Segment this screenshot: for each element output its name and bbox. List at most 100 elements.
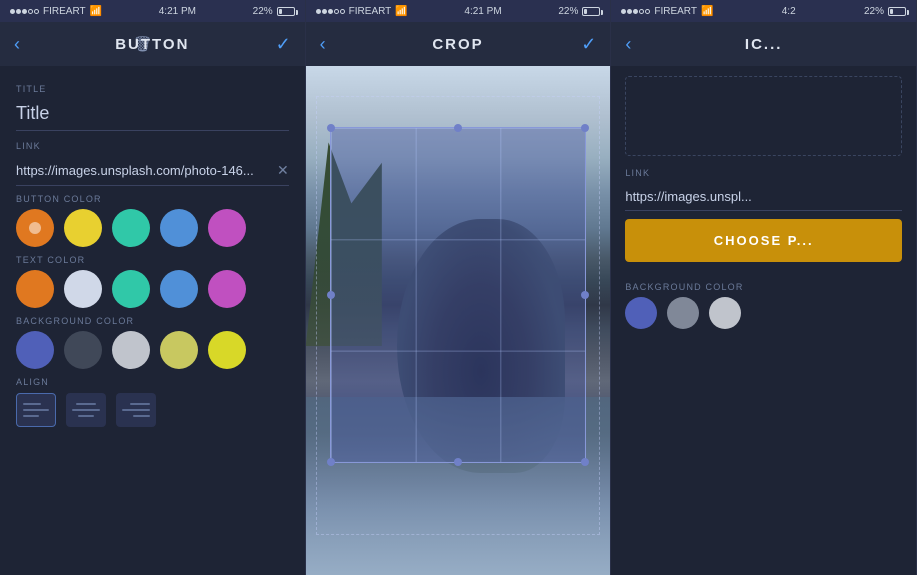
dot bbox=[328, 9, 333, 14]
color-swatch[interactable] bbox=[64, 331, 102, 369]
back-button-2[interactable]: ‹ bbox=[320, 34, 326, 55]
dot bbox=[627, 9, 632, 14]
choose-button[interactable]: CHOOSE P... bbox=[625, 219, 902, 262]
dot bbox=[16, 9, 21, 14]
color-swatch[interactable] bbox=[16, 331, 54, 369]
align-line bbox=[23, 403, 41, 405]
check-button-2[interactable]: ✓ bbox=[581, 34, 596, 55]
bg-color-label: BACKGROUND COLOR bbox=[16, 316, 289, 326]
link-text: https://images.unsplash.com/photo-146... bbox=[16, 163, 271, 178]
battery-icon-2 bbox=[582, 7, 600, 16]
align-left-button[interactable] bbox=[16, 393, 56, 427]
button-color-row bbox=[16, 209, 289, 247]
battery-pct-3: 22% bbox=[864, 6, 884, 17]
battery-icon-1 bbox=[277, 7, 295, 16]
dot bbox=[322, 9, 327, 14]
crop-outer-guide bbox=[316, 96, 601, 535]
time-3: 4:2 bbox=[782, 6, 796, 17]
wifi-icon-3: 📶 bbox=[701, 6, 713, 17]
color-swatch[interactable] bbox=[160, 270, 198, 308]
status-right-2: 22% bbox=[558, 6, 600, 17]
back-button-3[interactable]: ‹ bbox=[625, 34, 631, 55]
dot bbox=[639, 9, 644, 14]
link-clear-button[interactable]: ✕ bbox=[277, 162, 289, 179]
button-panel: FIREART 📶 4:21 PM 22% ‹ BUTTON 🗑 ✓ TITLE… bbox=[0, 0, 306, 575]
battery-pct-2: 22% bbox=[558, 6, 578, 17]
title-input[interactable] bbox=[16, 99, 289, 131]
nav-title-3: IC... bbox=[745, 36, 783, 53]
color-swatch[interactable] bbox=[64, 209, 102, 247]
align-line bbox=[78, 415, 95, 417]
carrier-1: FIREART bbox=[43, 6, 86, 17]
nav-bar-3: ‹ IC... bbox=[611, 22, 916, 66]
time-2: 4:21 PM bbox=[464, 6, 501, 17]
status-left-1: FIREART 📶 bbox=[10, 6, 102, 17]
carrier-2: FIREART bbox=[349, 6, 392, 17]
color-swatch[interactable] bbox=[160, 331, 198, 369]
align-line bbox=[130, 403, 150, 405]
color-swatch-3c[interactable] bbox=[709, 297, 741, 329]
align-right-button[interactable] bbox=[116, 393, 156, 427]
color-swatch-3b[interactable] bbox=[667, 297, 699, 329]
color-swatch[interactable] bbox=[208, 209, 246, 247]
align-line bbox=[122, 409, 150, 411]
bg-color-row bbox=[16, 331, 289, 369]
back-button-1[interactable]: ‹ bbox=[14, 34, 20, 55]
battery-icon-3 bbox=[888, 7, 906, 16]
carrier-3: FIREART bbox=[654, 6, 697, 17]
link-row: https://images.unsplash.com/photo-146...… bbox=[16, 156, 289, 186]
color-swatch[interactable] bbox=[16, 209, 54, 247]
battery-fill-1 bbox=[279, 9, 282, 14]
check-button-1[interactable]: ✓ bbox=[276, 34, 291, 55]
image-panel: FIREART 📶 4:2 22% ‹ IC... LINK https://i… bbox=[611, 0, 917, 575]
color-swatch[interactable] bbox=[64, 270, 102, 308]
dot bbox=[621, 9, 626, 14]
color-swatch[interactable] bbox=[16, 270, 54, 308]
status-right-1: 22% bbox=[253, 6, 295, 17]
status-bar-1: FIREART 📶 4:21 PM 22% bbox=[0, 0, 305, 22]
panel3-content: LINK https://images.unspl... CHOOSE P...… bbox=[611, 66, 916, 575]
dot bbox=[34, 9, 39, 14]
crop-image-area[interactable] bbox=[306, 66, 611, 575]
crop-panel: FIREART 📶 4:21 PM 22% ‹ CROP ✓ bbox=[306, 0, 612, 575]
link-row-3: https://images.unspl... bbox=[625, 183, 902, 211]
status-left-3: FIREART 📶 bbox=[621, 6, 713, 17]
title-label: TITLE bbox=[16, 84, 289, 94]
align-line bbox=[23, 409, 49, 411]
battery-pct-1: 22% bbox=[253, 6, 273, 17]
link-section-label: LINK bbox=[625, 168, 902, 178]
signal-1 bbox=[10, 9, 39, 14]
link-text-3: https://images.unspl... bbox=[625, 189, 902, 204]
nav-bar-1: ‹ BUTTON 🗑 ✓ bbox=[0, 22, 305, 66]
nav-bar-2: ‹ CROP ✓ bbox=[306, 22, 611, 66]
align-center-button[interactable] bbox=[66, 393, 106, 427]
status-bar-3: FIREART 📶 4:2 22% bbox=[611, 0, 916, 22]
align-line bbox=[23, 415, 39, 417]
dot bbox=[28, 9, 33, 14]
color-swatch-3a[interactable] bbox=[625, 297, 657, 329]
color-swatch[interactable] bbox=[112, 270, 150, 308]
wifi-icon-2: 📶 bbox=[395, 6, 407, 17]
align-label: ALIGN bbox=[16, 377, 289, 387]
bg-color-label-3: BACKGROUND COLOR bbox=[625, 282, 902, 292]
status-bar-2: FIREART 📶 4:21 PM 22% bbox=[306, 0, 611, 22]
nav-title-1: BUTTON bbox=[115, 36, 189, 53]
text-color-row bbox=[16, 270, 289, 308]
button-color-label: BUTTON COLOR bbox=[16, 194, 289, 204]
color-swatch[interactable] bbox=[208, 270, 246, 308]
color-swatch[interactable] bbox=[112, 331, 150, 369]
time-1: 4:21 PM bbox=[159, 6, 196, 17]
dot bbox=[340, 9, 345, 14]
dot bbox=[633, 9, 638, 14]
status-right-3: 22% bbox=[864, 6, 906, 17]
color-swatch[interactable] bbox=[160, 209, 198, 247]
color-swatch[interactable] bbox=[112, 209, 150, 247]
align-line bbox=[72, 409, 100, 411]
align-line bbox=[76, 403, 96, 405]
dot bbox=[10, 9, 15, 14]
color-swatch[interactable] bbox=[208, 331, 246, 369]
dot bbox=[334, 9, 339, 14]
nav-title-2: CROP bbox=[432, 36, 483, 53]
signal-2 bbox=[316, 9, 345, 14]
wifi-icon-1: 📶 bbox=[90, 6, 102, 17]
